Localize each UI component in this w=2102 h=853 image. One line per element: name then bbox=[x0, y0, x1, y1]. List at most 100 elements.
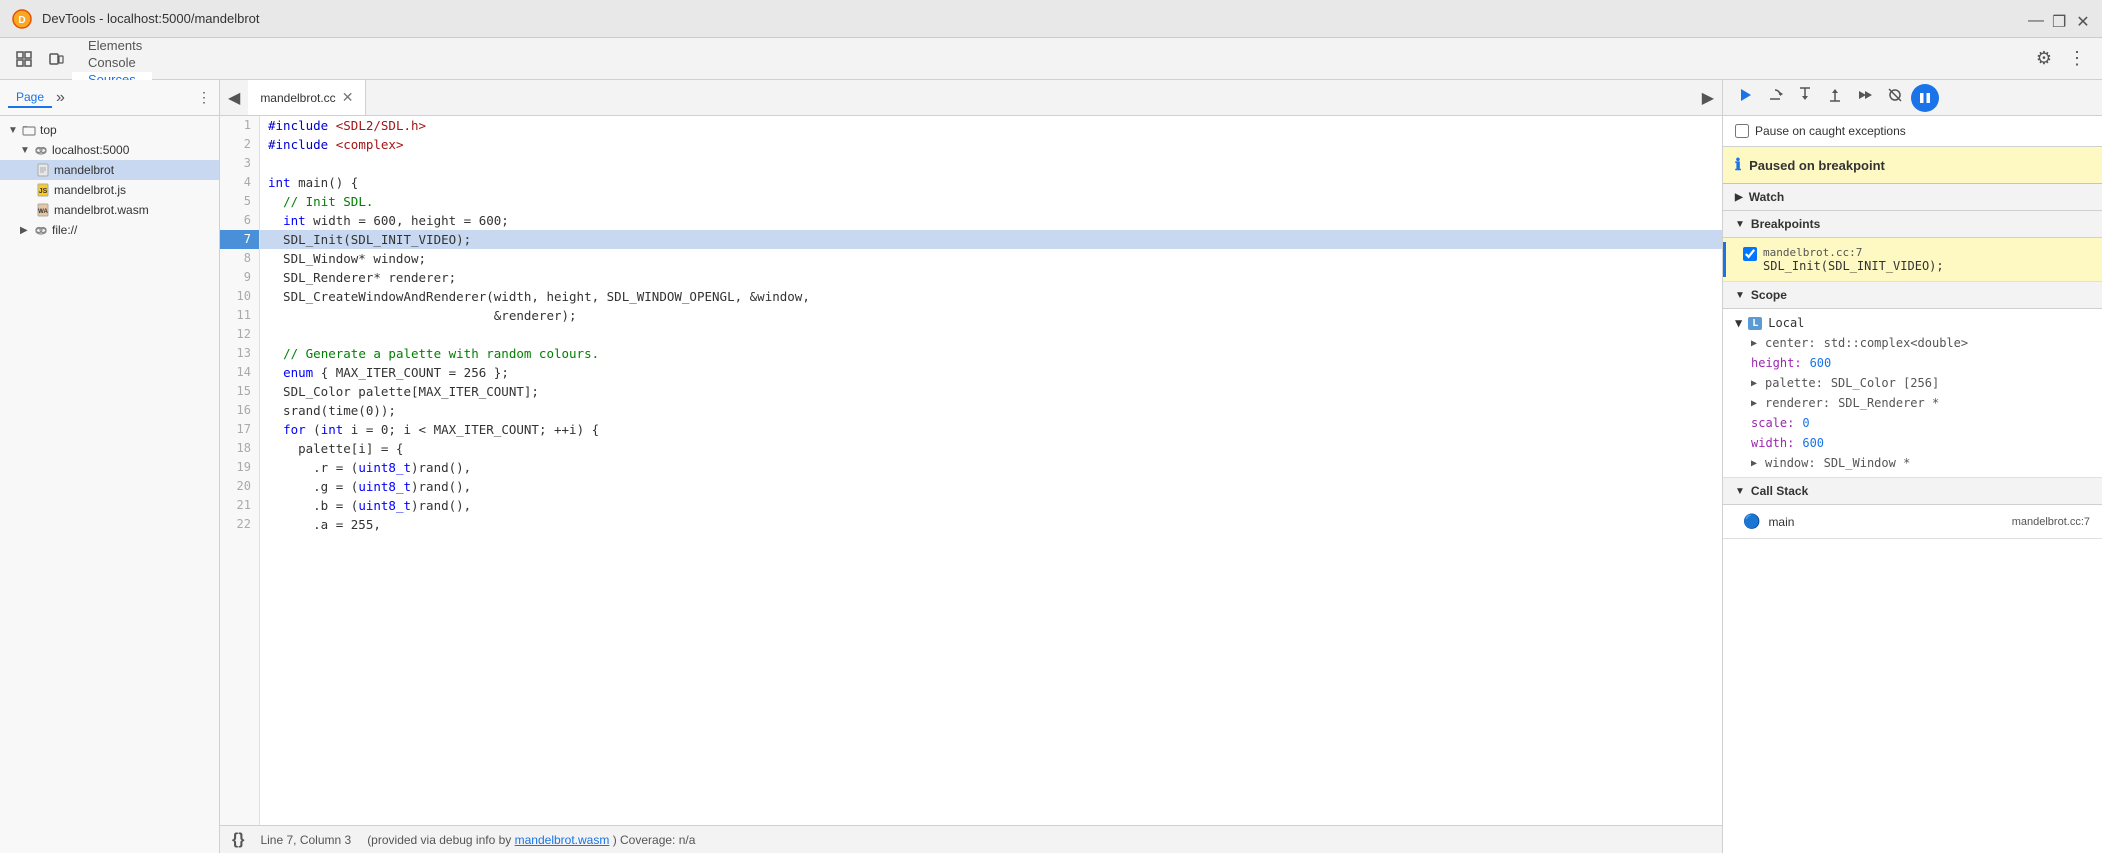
svg-text:JS: JS bbox=[39, 188, 48, 195]
scope-window: ▶ window: SDL_Window * bbox=[1723, 453, 2102, 473]
scope-chevron: ▼ bbox=[1735, 290, 1745, 301]
localhost-label: localhost:5000 bbox=[52, 143, 129, 157]
scope-content: ▼ L Local ▶ center: std::complex<double>… bbox=[1723, 309, 2102, 478]
device-toggle-btn[interactable] bbox=[40, 38, 72, 79]
line-num-22: 22 bbox=[220, 515, 259, 534]
tab-bar: Elements Console Sources Network Perform… bbox=[0, 38, 2102, 80]
breakpoints-section-header[interactable]: ▼ Breakpoints bbox=[1723, 211, 2102, 238]
file-icon-js: JS bbox=[36, 183, 50, 197]
code-line-2: #include <complex> bbox=[260, 135, 1722, 154]
editor-tab-close[interactable]: ✕ bbox=[342, 89, 354, 106]
editor-tab-filename: mandelbrot.cc bbox=[260, 91, 335, 105]
code-line-20: .g = (uint8_t)rand(), bbox=[260, 477, 1722, 496]
code-line-4: int main() { bbox=[260, 173, 1722, 192]
window-chevron[interactable]: ▶ bbox=[1751, 458, 1757, 469]
mandelbrot-label: mandelbrot bbox=[54, 163, 114, 177]
code-content[interactable]: #include <SDL2/SDL.h> #include <complex>… bbox=[260, 116, 1722, 825]
left-panel: Page » ⋮ ▼ top ▼ loc bbox=[0, 80, 220, 853]
resume-btn[interactable] bbox=[1731, 83, 1759, 112]
editor-tab-mandelbrot[interactable]: mandelbrot.cc ✕ bbox=[248, 80, 366, 115]
code-line-1: #include <SDL2/SDL.h> bbox=[260, 116, 1722, 135]
call-stack-section-header[interactable]: ▼ Call Stack bbox=[1723, 478, 2102, 505]
tree-item-top[interactable]: ▼ top bbox=[0, 120, 219, 140]
watch-chevron: ▶ bbox=[1735, 192, 1743, 203]
line-num-15: 15 bbox=[220, 382, 259, 401]
step-continue-btn[interactable] bbox=[1851, 83, 1879, 112]
watch-label: Watch bbox=[1749, 190, 1785, 204]
device-icon bbox=[48, 51, 64, 67]
code-line-22: .a = 255, bbox=[260, 515, 1722, 534]
call-stack-label: Call Stack bbox=[1751, 484, 1808, 498]
back-btn[interactable]: ◀ bbox=[220, 88, 248, 108]
center-chevron[interactable]: ▶ bbox=[1751, 338, 1757, 349]
code-line-11: &renderer); bbox=[260, 306, 1722, 325]
tree-item-mandelbrot-js[interactable]: JS mandelbrot.js bbox=[0, 180, 219, 200]
maximize-button[interactable]: ❐ bbox=[2052, 12, 2066, 26]
inspect-icon bbox=[16, 51, 32, 67]
tab-console[interactable]: Console bbox=[72, 55, 152, 72]
tree-item-mandelbrot[interactable]: mandelbrot bbox=[0, 160, 219, 180]
tabs-list: Elements Console Sources Network Perform… bbox=[72, 38, 178, 79]
run-btn[interactable]: ▶ bbox=[1694, 88, 1722, 108]
tree-item-localhost[interactable]: ▼ localhost:5000 bbox=[0, 140, 219, 160]
code-line-18: palette[i] = { bbox=[260, 439, 1722, 458]
settings-button[interactable]: ⚙ bbox=[2028, 38, 2060, 79]
file-icon-mandelbrot bbox=[36, 163, 50, 177]
call-stack-chevron: ▼ bbox=[1735, 486, 1745, 497]
code-line-7: SDL_Init(SDL_INIT_VIDEO); bbox=[260, 230, 1722, 249]
tab-elements[interactable]: Elements bbox=[72, 38, 158, 55]
renderer-chevron[interactable]: ▶ bbox=[1751, 398, 1757, 409]
deactivate-btn[interactable] bbox=[1881, 83, 1909, 112]
tree-item-mandelbrot-wasm[interactable]: WA mandelbrot.wasm bbox=[0, 200, 219, 220]
left-panel-more-btn[interactable]: ⋮ bbox=[197, 89, 211, 106]
breakpoints-content: mandelbrot.cc:7 SDL_Init(SDL_INIT_VIDEO)… bbox=[1723, 238, 2102, 282]
tree-item-file[interactable]: ▶ file:// bbox=[0, 220, 219, 240]
close-button[interactable]: ✕ bbox=[2076, 12, 2090, 26]
line-num-3: 3 bbox=[220, 154, 259, 173]
devtools-logo: D bbox=[12, 9, 32, 29]
expand-tabs-btn[interactable]: » bbox=[56, 89, 65, 107]
callstack-main[interactable]: 🔵 main mandelbrot.cc:7 bbox=[1723, 509, 2102, 534]
scope-label: Scope bbox=[1751, 288, 1787, 302]
breakpoint-notice-text: Paused on breakpoint bbox=[1749, 158, 1885, 173]
code-line-14: enum { MAX_ITER_COUNT = 256 }; bbox=[260, 363, 1722, 382]
scope-center: ▶ center: std::complex<double> bbox=[1723, 333, 2102, 353]
callstack-fn: main bbox=[1768, 515, 1794, 529]
pause-exceptions-label: Pause on caught exceptions bbox=[1755, 124, 1906, 138]
breakpoint-file: mandelbrot.cc:7 bbox=[1763, 246, 1944, 259]
line-num-21: 21 bbox=[220, 496, 259, 515]
step-continue-icon bbox=[1857, 87, 1873, 103]
minimize-button[interactable]: — bbox=[2028, 12, 2042, 26]
scope-section-header[interactable]: ▼ Scope bbox=[1723, 282, 2102, 309]
pause-exceptions-checkbox[interactable] bbox=[1735, 124, 1749, 138]
breakpoint-checkbox[interactable] bbox=[1743, 247, 1757, 261]
pause-icon bbox=[1919, 92, 1931, 104]
curly-braces: {} bbox=[232, 831, 244, 849]
code-line-12 bbox=[260, 325, 1722, 344]
step-over-btn[interactable] bbox=[1761, 83, 1789, 112]
code-line-8: SDL_Window* window; bbox=[260, 249, 1722, 268]
svg-text:WA: WA bbox=[38, 209, 48, 215]
pause-btn[interactable] bbox=[1911, 84, 1939, 112]
palette-chevron[interactable]: ▶ bbox=[1751, 378, 1757, 389]
debug-file-link[interactable]: mandelbrot.wasm bbox=[515, 833, 610, 847]
mandelbrot-js-label: mandelbrot.js bbox=[54, 183, 126, 197]
step-out-btn[interactable] bbox=[1821, 83, 1849, 112]
code-editor[interactable]: 1 2 3 4 5 6 7 8 9 10 11 12 13 14 15 16 1… bbox=[220, 116, 1722, 825]
step-into-btn[interactable] bbox=[1791, 83, 1819, 112]
breakpoints-label: Breakpoints bbox=[1751, 217, 1820, 231]
line-num-1: 1 bbox=[220, 116, 259, 135]
step-into-icon bbox=[1797, 87, 1813, 103]
code-line-21: .b = (uint8_t)rand(), bbox=[260, 496, 1722, 515]
inspect-icon-btn[interactable] bbox=[8, 38, 40, 79]
page-tab[interactable]: Page bbox=[8, 88, 52, 108]
watch-section-header[interactable]: ▶ Watch bbox=[1723, 184, 2102, 211]
line-num-4: 4 bbox=[220, 173, 259, 192]
more-tools-button[interactable]: ⋮ bbox=[2060, 38, 2094, 79]
code-line-13: // Generate a palette with random colour… bbox=[260, 344, 1722, 363]
debugger-toolbar bbox=[1723, 80, 2102, 116]
breakpoint-code: SDL_Init(SDL_INIT_VIDEO); bbox=[1763, 259, 1944, 273]
breakpoint-item: mandelbrot.cc:7 SDL_Init(SDL_INIT_VIDEO)… bbox=[1723, 242, 2102, 277]
call-arrow: 🔵 bbox=[1743, 513, 1760, 530]
scope-width: width: 600 bbox=[1723, 433, 2102, 453]
